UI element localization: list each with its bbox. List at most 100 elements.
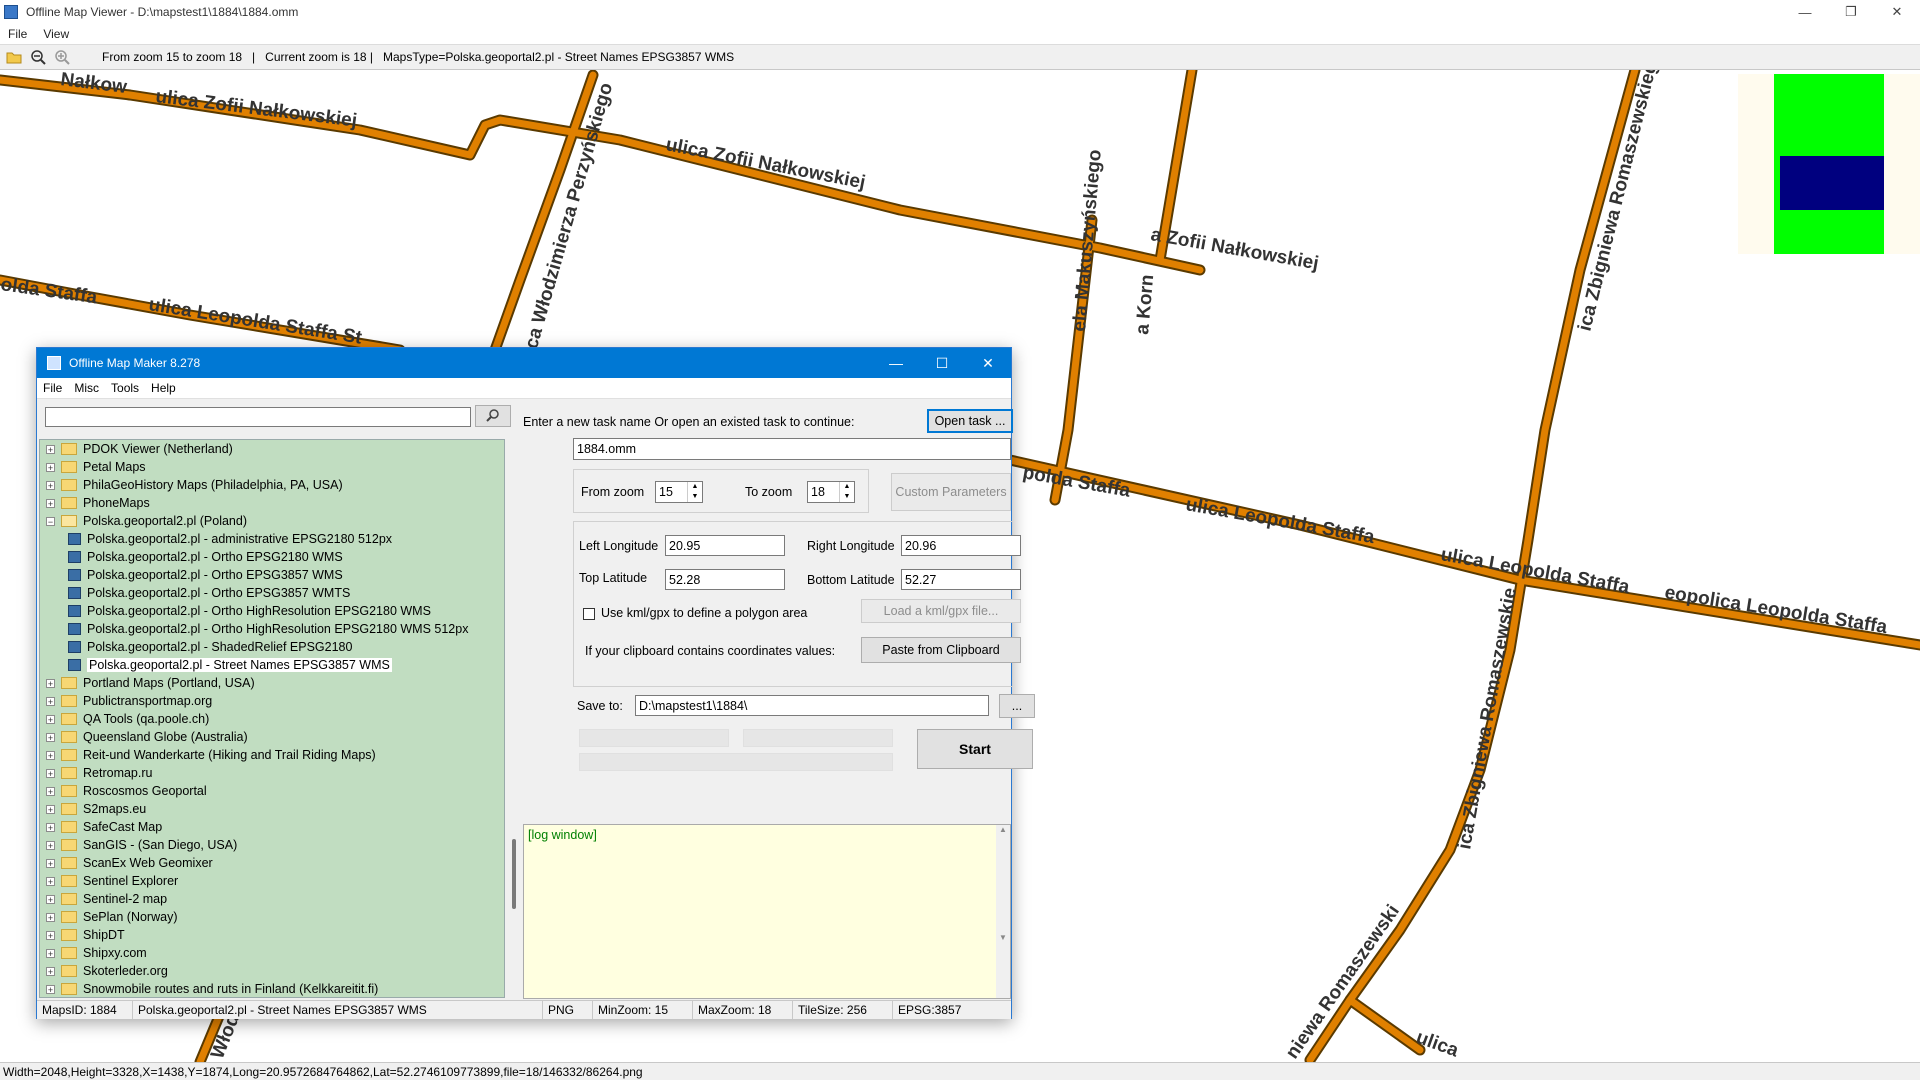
tree-scroll-thumb[interactable] [512,839,516,909]
expand-icon[interactable]: + [46,894,55,904]
tree-folder-item[interactable]: + QA Tools (qa.poole.ch) [46,710,209,728]
map-source-tree[interactable]: + PDOK Viewer (Netherland) + Petal Maps + Phi… [39,439,505,998]
tree-folder-item[interactable]: + Sentinel Explorer [46,872,178,890]
tree-folder-item[interactable]: + SanGIS - (San Diego, USA) [46,836,237,854]
expand-icon[interactable]: + [46,858,55,868]
tree-map-item[interactable]: Polska.geoportal2.pl - Ortho HighResolut… [68,602,431,620]
tree-folder-item[interactable]: + SafeCast Map [46,818,162,836]
zoom-in-icon[interactable] [52,47,72,67]
start-button[interactable]: Start [917,729,1033,769]
tree-map-item[interactable]: Polska.geoportal2.pl - ShadedRelief EPSG… [68,638,352,656]
log-window[interactable]: [log window] ▲ ▼ [523,824,1011,999]
expand-icon[interactable]: + [46,984,55,994]
save-to-label: Save to: [577,699,623,713]
tree-folder-item[interactable]: + Roscosmos Geoportal [46,782,207,800]
dialog-menu-file[interactable]: File [37,381,68,395]
tree-folder-item[interactable]: + SePlan (Norway) [46,908,177,926]
dialog-minimize-button[interactable]: — [873,348,919,378]
tree-folder-item[interactable]: + S2maps.eu [46,800,146,818]
right-longitude-label: Right Longitude [807,539,895,553]
open-task-button[interactable]: Open task ... [927,409,1013,433]
minimap[interactable] [1738,74,1920,254]
tree-folder-item[interactable]: + PhilaGeoHistory Maps (Philadelphia, PA,… [46,476,343,494]
tree-map-item[interactable]: Polska.geoportal2.pl - Street Names EPSG… [68,656,392,674]
dialog-close-button[interactable]: ✕ [965,348,1011,378]
expand-icon[interactable]: + [46,444,55,454]
top-latitude-field[interactable]: 52.28 [665,569,785,590]
tree-folder-item[interactable]: + Snowmobile routes and ruts in Finland (… [46,980,378,997]
tree-folder-item[interactable]: + ShipDT [46,926,125,944]
tree-folder-item[interactable]: − Polska.geoportal2.pl (Poland) [46,512,247,530]
from-zoom-spinner[interactable]: 15 ▲ ▼ [655,481,703,503]
tree-folder-item[interactable]: + ScanEx Web Geomixer [46,854,213,872]
log-scrollbar[interactable]: ▲ ▼ [996,825,1010,998]
expand-icon[interactable]: + [46,750,55,760]
tree-folder-item[interactable]: + Sentinel-2 map [46,890,167,908]
tree-map-item[interactable]: Polska.geoportal2.pl - administrative EP… [68,530,392,548]
expand-icon[interactable]: + [46,966,55,976]
expand-icon[interactable]: + [46,876,55,886]
dialog-maximize-button[interactable]: ☐ [919,348,965,378]
to-zoom-spinner[interactable]: 18 ▲ ▼ [807,481,855,503]
expand-icon[interactable]: + [46,498,55,508]
from-zoom-arrows[interactable]: ▲ ▼ [687,482,702,502]
task-prompt: Enter a new task name Or open an existed… [523,415,855,429]
open-folder-icon[interactable] [4,47,24,67]
search-input[interactable] [45,407,471,427]
tree-folder-item[interactable]: + Portland Maps (Portland, USA) [46,674,255,692]
tree-folder-item[interactable]: + PhoneMaps [46,494,150,512]
tree-folder-item[interactable]: + Skoterleder.org [46,962,168,980]
minimize-button[interactable]: — [1782,0,1828,24]
tree-map-item[interactable]: Polska.geoportal2.pl - Ortho EPSG3857 WM… [68,584,350,602]
tree-folder-item[interactable]: + Reit-und Wanderkarte (Hiking and Trail … [46,746,376,764]
expand-icon[interactable]: + [46,804,55,814]
to-zoom-arrows[interactable]: ▲ ▼ [839,482,854,502]
custom-parameters-button[interactable]: Custom Parameters [891,473,1011,511]
tree-folder-item[interactable]: + Queensland Globe (Australia) [46,728,248,746]
dialog-menu-tools[interactable]: Tools [105,381,145,395]
use-kml-checkbox[interactable] [583,608,595,620]
left-longitude-field[interactable]: 20.95 [665,535,785,556]
close-button[interactable]: ✕ [1874,0,1920,24]
right-longitude-field[interactable]: 20.96 [901,535,1021,556]
expand-icon[interactable]: + [46,948,55,958]
browse-button[interactable]: ... [999,694,1035,718]
expand-icon[interactable]: + [46,732,55,742]
tree-folder-item[interactable]: + Petal Maps [46,458,146,476]
tree-map-item[interactable]: Polska.geoportal2.pl - Ortho EPSG2180 WM… [68,548,343,566]
dialog-menu-help[interactable]: Help [145,381,182,395]
menu-view[interactable]: View [35,27,77,41]
collapse-icon[interactable]: − [46,516,55,526]
search-button[interactable] [475,405,511,427]
tree-scrollbar[interactable] [509,439,521,998]
minimap-viewport[interactable] [1780,156,1884,210]
expand-icon[interactable]: + [46,462,55,472]
zoom-out-icon[interactable] [28,47,48,67]
paste-from-clipboard-button[interactable]: Paste from Clipboard [861,637,1021,663]
load-kml-button[interactable]: Load a kml/gpx file... [861,599,1021,623]
task-name-field[interactable]: 1884.omm [573,438,1011,460]
tree-map-item[interactable]: Polska.geoportal2.pl - Ortho HighResolut… [68,620,468,638]
tree-folder-item[interactable]: + PDOK Viewer (Netherland) [46,440,233,458]
dialog-menu-misc[interactable]: Misc [68,381,105,395]
expand-icon[interactable]: + [46,678,55,688]
expand-icon[interactable]: + [46,768,55,778]
menu-file[interactable]: File [0,27,35,41]
folder-icon [61,479,77,491]
expand-icon[interactable]: + [46,930,55,940]
expand-icon[interactable]: + [46,786,55,796]
bottom-latitude-field[interactable]: 52.27 [901,569,1021,590]
expand-icon[interactable]: + [46,714,55,724]
tree-folder-item[interactable]: + Publictransportmap.org [46,692,212,710]
tree-folder-item[interactable]: + Shipxy.com [46,944,147,962]
expand-icon[interactable]: + [46,480,55,490]
map-source-pane: + PDOK Viewer (Netherland) + Petal Maps + Phi… [37,399,521,999]
tree-folder-item[interactable]: + Retromap.ru [46,764,152,782]
expand-icon[interactable]: + [46,840,55,850]
expand-icon[interactable]: + [46,912,55,922]
tree-map-item[interactable]: Polska.geoportal2.pl - Ortho EPSG3857 WM… [68,566,343,584]
expand-icon[interactable]: + [46,822,55,832]
save-to-field[interactable]: D:\mapstest1\1884\ [635,695,989,716]
expand-icon[interactable]: + [46,696,55,706]
maximize-button[interactable]: ❐ [1828,0,1874,24]
